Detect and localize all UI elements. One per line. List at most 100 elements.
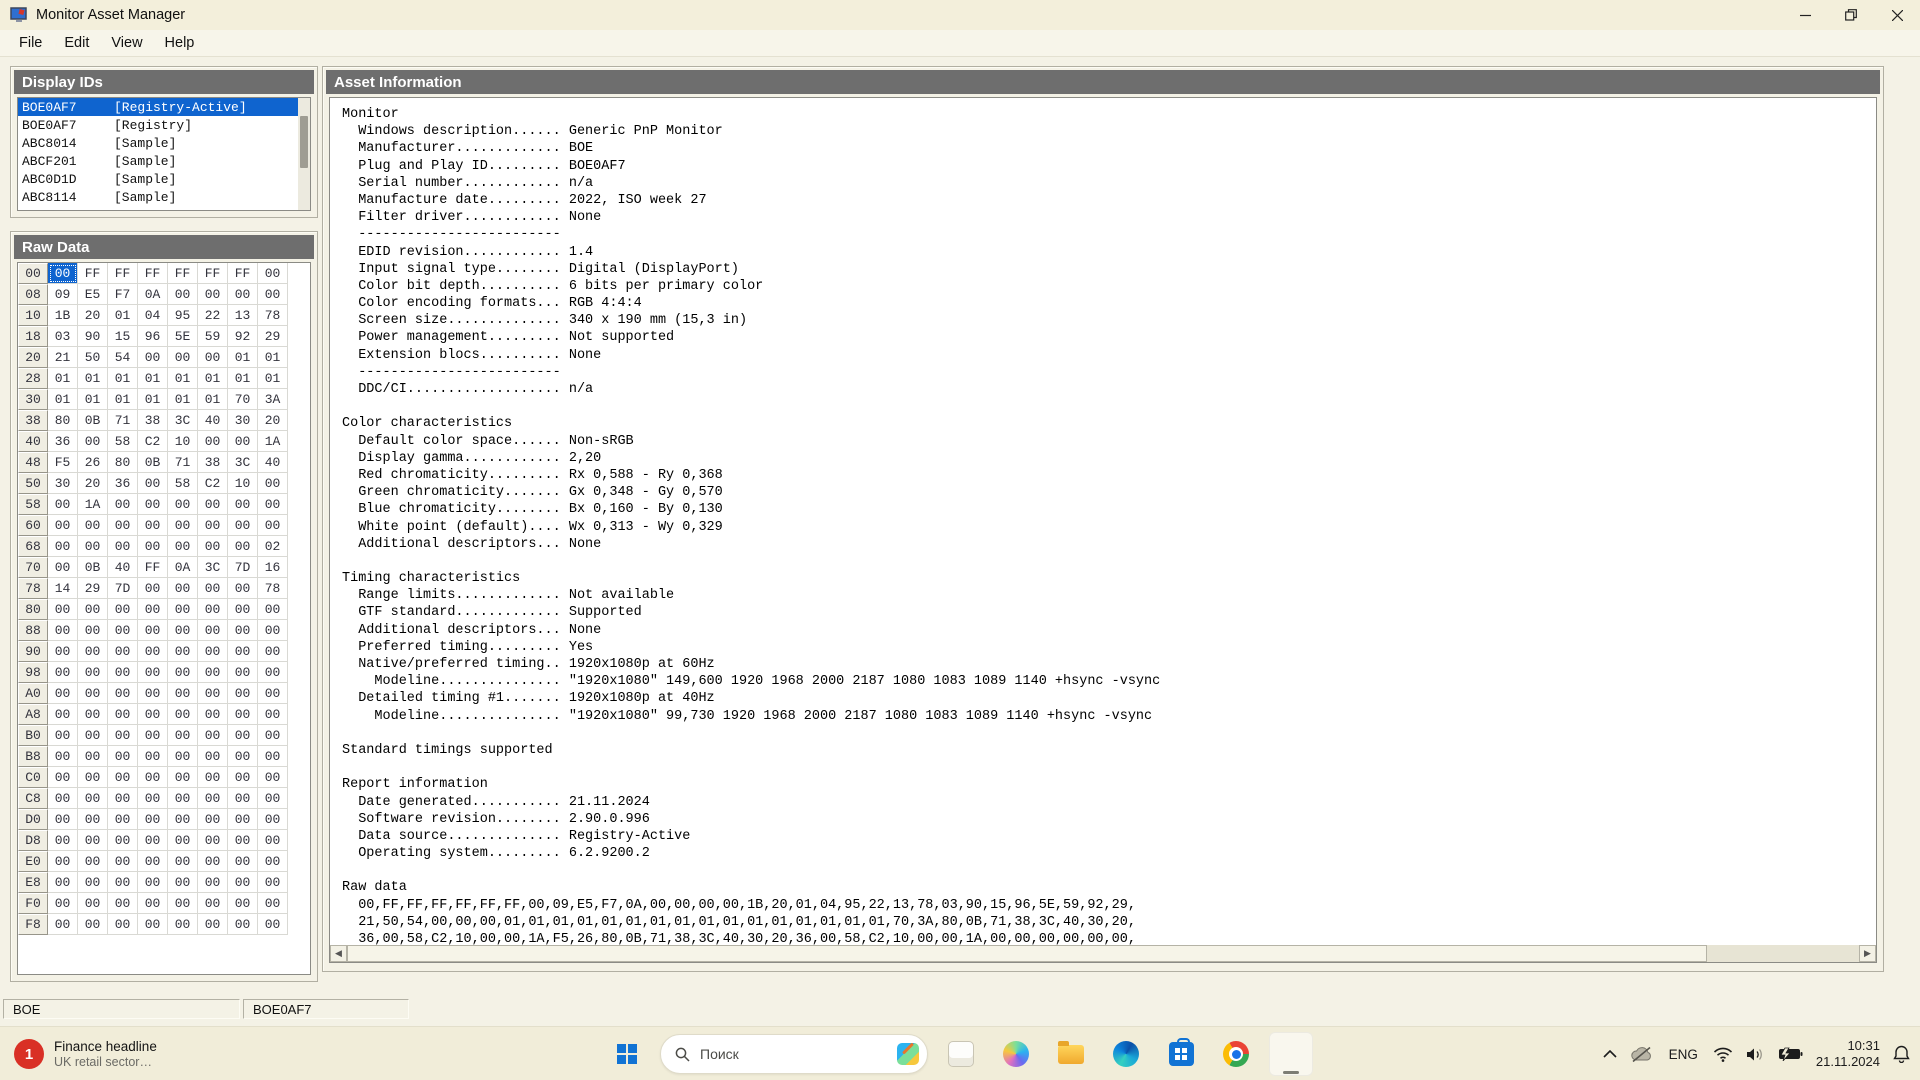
hex-cell[interactable]: 00 bbox=[138, 830, 168, 851]
hex-cell[interactable]: 00 bbox=[258, 767, 288, 788]
hex-cell[interactable]: 00 bbox=[138, 788, 168, 809]
hex-cell[interactable]: 00 bbox=[48, 893, 78, 914]
hex-cell[interactable]: C2 bbox=[138, 431, 168, 452]
hex-cell[interactable]: 00 bbox=[138, 599, 168, 620]
hex-row-label[interactable]: 08 bbox=[18, 284, 48, 305]
hex-cell[interactable]: 00 bbox=[78, 515, 108, 536]
hex-cell[interactable]: 20 bbox=[78, 305, 108, 326]
hex-cell[interactable]: 00 bbox=[48, 830, 78, 851]
hex-cell[interactable]: 00 bbox=[168, 578, 198, 599]
volume-icon[interactable] bbox=[1746, 1047, 1765, 1062]
menu-help[interactable]: Help bbox=[154, 32, 206, 54]
hex-cell[interactable]: 38 bbox=[138, 410, 168, 431]
news-notification[interactable]: 1 Finance headline UK retail sector… bbox=[14, 1027, 157, 1080]
hex-row-label[interactable]: A8 bbox=[18, 704, 48, 725]
hex-cell[interactable]: 10 bbox=[168, 431, 198, 452]
hex-cell[interactable]: 00 bbox=[198, 662, 228, 683]
hex-cell[interactable]: 22 bbox=[198, 305, 228, 326]
hex-cell[interactable]: 00 bbox=[228, 704, 258, 725]
hex-cell[interactable]: 00 bbox=[108, 914, 138, 935]
hex-cell[interactable]: 01 bbox=[168, 368, 198, 389]
hex-cell[interactable]: 00 bbox=[258, 872, 288, 893]
hex-cell[interactable]: 00 bbox=[258, 914, 288, 935]
taskbar-app-app-window[interactable] bbox=[939, 1032, 983, 1076]
hex-cell[interactable]: 00 bbox=[198, 767, 228, 788]
menu-view[interactable]: View bbox=[100, 32, 153, 54]
hex-cell[interactable]: 00 bbox=[108, 620, 138, 641]
hex-cell[interactable]: 00 bbox=[228, 725, 258, 746]
hex-cell[interactable]: 00 bbox=[228, 620, 258, 641]
hex-cell[interactable]: 00 bbox=[258, 263, 288, 284]
hex-cell[interactable]: 29 bbox=[258, 326, 288, 347]
hex-cell[interactable]: 20 bbox=[258, 410, 288, 431]
hex-cell[interactable]: 00 bbox=[48, 872, 78, 893]
hex-cell[interactable]: 00 bbox=[48, 599, 78, 620]
display-id-item[interactable]: BOE0AF7 [Registry] bbox=[18, 116, 310, 134]
hex-cell[interactable]: 78 bbox=[258, 578, 288, 599]
hex-cell[interactable]: 1A bbox=[258, 431, 288, 452]
hex-cell[interactable]: 00 bbox=[78, 620, 108, 641]
hex-cell[interactable]: 00 bbox=[168, 893, 198, 914]
hex-cell[interactable]: 20 bbox=[78, 473, 108, 494]
hex-cell[interactable]: FF bbox=[138, 263, 168, 284]
hex-cell[interactable]: 0B bbox=[78, 410, 108, 431]
restore-button[interactable] bbox=[1828, 0, 1874, 30]
hex-cell[interactable]: 00 bbox=[198, 893, 228, 914]
hex-cell[interactable]: 00 bbox=[138, 851, 168, 872]
hex-row-label[interactable]: F0 bbox=[18, 893, 48, 914]
hex-row-label[interactable]: A0 bbox=[18, 683, 48, 704]
hex-cell[interactable]: 58 bbox=[108, 431, 138, 452]
hex-cell[interactable]: 00 bbox=[48, 788, 78, 809]
hex-cell[interactable]: 00 bbox=[138, 725, 168, 746]
hex-cell[interactable]: FF bbox=[168, 263, 198, 284]
hex-cell[interactable]: 00 bbox=[228, 641, 258, 662]
hex-cell[interactable]: 00 bbox=[108, 704, 138, 725]
hex-cell[interactable]: 01 bbox=[228, 368, 258, 389]
hex-cell[interactable]: 00 bbox=[258, 494, 288, 515]
hex-cell[interactable]: 00 bbox=[138, 662, 168, 683]
taskbar-app-edge[interactable] bbox=[1104, 1032, 1148, 1076]
hex-row-label[interactable]: 00 bbox=[18, 263, 48, 284]
hex-cell[interactable]: 00 bbox=[78, 788, 108, 809]
hex-cell[interactable]: 00 bbox=[258, 725, 288, 746]
battery-icon[interactable] bbox=[1778, 1047, 1803, 1061]
hex-cell[interactable]: 00 bbox=[138, 746, 168, 767]
hex-cell[interactable]: FF bbox=[138, 557, 168, 578]
hex-cell[interactable]: 00 bbox=[168, 872, 198, 893]
hex-cell[interactable]: 00 bbox=[138, 347, 168, 368]
hex-cell[interactable]: 01 bbox=[138, 389, 168, 410]
hex-cell[interactable]: 00 bbox=[168, 284, 198, 305]
hex-cell[interactable]: 00 bbox=[198, 830, 228, 851]
hex-row-label[interactable]: E8 bbox=[18, 872, 48, 893]
display-id-item[interactable]: BOE0AF7 [Registry-Active] bbox=[18, 98, 310, 116]
hex-cell[interactable]: 00 bbox=[228, 536, 258, 557]
hex-cell[interactable]: 00 bbox=[48, 641, 78, 662]
hex-cell[interactable]: 00 bbox=[138, 515, 168, 536]
hex-cell[interactable]: 00 bbox=[48, 536, 78, 557]
hex-cell[interactable]: 00 bbox=[168, 641, 198, 662]
hex-row-label[interactable]: 48 bbox=[18, 452, 48, 473]
menu-edit[interactable]: Edit bbox=[53, 32, 100, 54]
minimize-button[interactable] bbox=[1782, 0, 1828, 30]
hex-cell[interactable]: 00 bbox=[108, 515, 138, 536]
hex-cell[interactable]: 00 bbox=[228, 599, 258, 620]
hex-cell[interactable]: 01 bbox=[228, 347, 258, 368]
hex-cell[interactable]: 00 bbox=[78, 704, 108, 725]
hex-cell[interactable]: 00 bbox=[258, 641, 288, 662]
hex-cell[interactable]: 00 bbox=[78, 746, 108, 767]
hex-row-label[interactable]: 20 bbox=[18, 347, 48, 368]
hex-cell[interactable]: 0B bbox=[78, 557, 108, 578]
hex-cell[interactable]: 00 bbox=[108, 536, 138, 557]
hex-cell[interactable]: FF bbox=[108, 263, 138, 284]
hex-cell[interactable]: 00 bbox=[258, 746, 288, 767]
hex-cell[interactable]: 00 bbox=[198, 746, 228, 767]
hex-cell[interactable]: 00 bbox=[138, 893, 168, 914]
tray-chevron-up-icon[interactable] bbox=[1603, 1050, 1617, 1058]
hex-cell[interactable]: E5 bbox=[78, 284, 108, 305]
hex-cell[interactable]: 00 bbox=[48, 914, 78, 935]
hex-row-label[interactable]: 38 bbox=[18, 410, 48, 431]
hex-cell[interactable]: 00 bbox=[138, 641, 168, 662]
hex-cell[interactable]: 1B bbox=[48, 305, 78, 326]
hex-row-label[interactable]: 78 bbox=[18, 578, 48, 599]
hex-cell[interactable]: 00 bbox=[168, 620, 198, 641]
